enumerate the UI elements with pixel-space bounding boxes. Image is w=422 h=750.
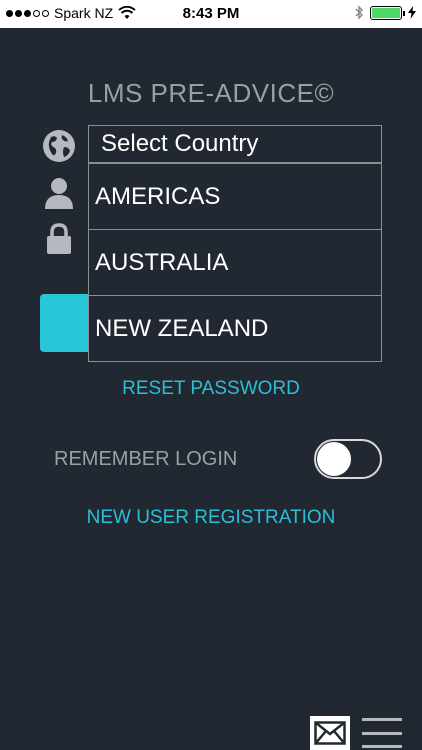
country-select[interactable]: Select Country [88,125,382,163]
battery-icon [370,5,405,20]
mail-button[interactable] [310,716,350,750]
menu-button[interactable] [362,716,402,750]
toggle-knob [317,442,351,476]
app-title: LMS PRE-ADVICE© [87,78,335,108]
charging-icon [408,6,416,19]
remember-login-label: REMEMBER LOGIN [54,448,238,470]
reset-password-link[interactable]: RESET PASSWORD [0,378,422,400]
menu-icon-bar [362,731,402,735]
remember-login-toggle[interactable] [314,439,382,479]
menu-icon [362,718,402,721]
country-option-australia[interactable]: AUSTRALIA [89,230,381,296]
menu-icon-bar [362,745,402,748]
country-option-americas[interactable]: AMERICAS [89,164,381,230]
status-right [355,5,416,20]
lock-icon [42,222,76,256]
mail-icon [314,721,346,745]
globe-icon [42,129,76,163]
battery-fill [372,7,400,18]
country-option-new-zealand[interactable]: NEW ZEALAND [89,296,381,361]
login-button[interactable] [40,294,90,352]
bluetooth-icon [355,5,363,20]
status-bar: Spark NZ 8:43 PM [0,0,422,28]
user-icon [42,176,76,210]
new-user-registration-link[interactable]: NEW USER REGISTRATION [0,507,422,529]
country-dropdown: AMERICAS AUSTRALIA NEW ZEALAND [88,163,382,362]
